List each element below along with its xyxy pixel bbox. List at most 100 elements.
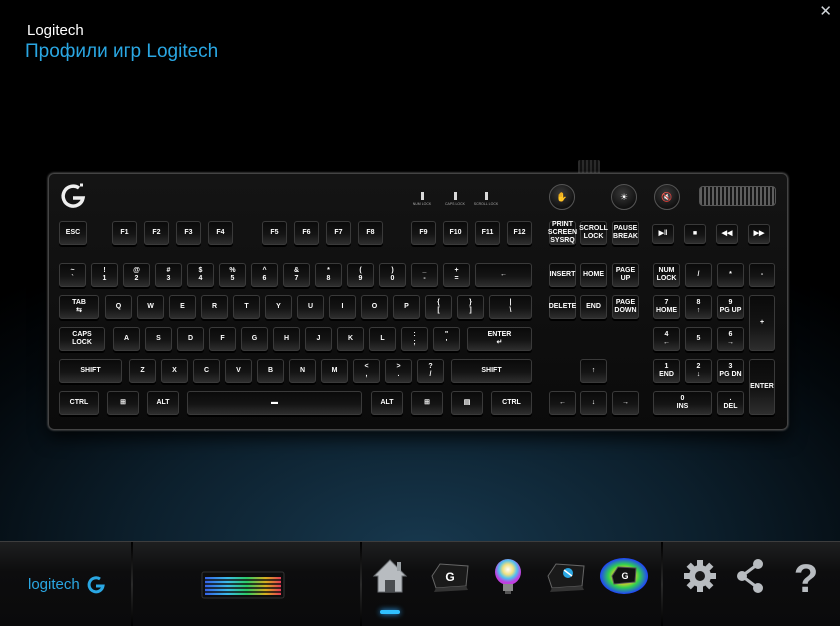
key-comma[interactable]: < , <box>353 359 380 383</box>
key-o[interactable]: O <box>361 295 388 319</box>
mute-icon[interactable]: 🔇 <box>654 184 680 210</box>
key-page-up[interactable]: PAGE UP <box>612 263 639 287</box>
key-equals[interactable]: + = <box>443 263 470 287</box>
key-b[interactable]: B <box>257 359 284 383</box>
key-digit-5[interactable]: % 5 <box>219 263 246 287</box>
key-shift-left[interactable]: SHIFT <box>59 359 122 383</box>
key-num-3[interactable]: 3 PG DN <box>717 359 744 383</box>
key-digit-3[interactable]: # 3 <box>155 263 182 287</box>
heatmap-icon[interactable]: G <box>598 554 650 614</box>
key-digit-6[interactable]: ^ 6 <box>251 263 278 287</box>
key-num-9[interactable]: 9 PG UP <box>717 295 744 319</box>
key-f1[interactable]: F1 <box>112 221 137 245</box>
key-num-2[interactable]: 2 ↓ <box>685 359 712 383</box>
key-f2[interactable]: F2 <box>144 221 169 245</box>
key-f[interactable]: F <box>209 327 236 351</box>
key-e[interactable]: E <box>169 295 196 319</box>
key-alt-left[interactable]: ALT <box>147 391 179 415</box>
key-menu[interactable]: ▤ <box>451 391 483 415</box>
key-space[interactable]: ▬ <box>187 391 362 415</box>
key-r[interactable]: R <box>201 295 228 319</box>
key-j[interactable]: J <box>305 327 332 351</box>
key-p[interactable]: P <box>393 295 420 319</box>
brightness-icon[interactable]: ☀ <box>611 184 637 210</box>
key-v[interactable]: V <box>225 359 252 383</box>
share-icon[interactable] <box>730 554 770 614</box>
key-digit-8[interactable]: * 8 <box>315 263 342 287</box>
key-num-4[interactable]: 4 ← <box>653 327 680 351</box>
key-num-7[interactable]: 7 HOME <box>653 295 680 319</box>
key-bracket-left[interactable]: { [ <box>425 295 452 319</box>
close-icon[interactable]: ✕ <box>819 2 832 20</box>
key-media-stop[interactable]: ■ <box>684 224 706 244</box>
key-arrow-up[interactable]: ↑ <box>580 359 607 383</box>
key-d[interactable]: D <box>177 327 204 351</box>
key-c[interactable]: C <box>193 359 220 383</box>
key-win-left[interactable]: ⊞ <box>107 391 139 415</box>
key-num-8[interactable]: 8 ↑ <box>685 295 712 319</box>
key-scroll-lock[interactable]: SCROLL LOCK <box>579 221 608 245</box>
key-num-0[interactable]: 0 INS <box>653 391 712 415</box>
key-num-lock[interactable]: NUM LOCK <box>653 263 680 287</box>
key-digit-2[interactable]: @ 2 <box>123 263 150 287</box>
lighting-bulb-icon[interactable] <box>482 554 534 614</box>
key-num-6[interactable]: 6 → <box>717 327 744 351</box>
key-n[interactable]: N <box>289 359 316 383</box>
key-y[interactable]: Y <box>265 295 292 319</box>
key-num-minus[interactable]: - <box>749 263 775 287</box>
key-tab[interactable]: TAB ⇆ <box>59 295 99 319</box>
key-backslash[interactable]: | \ <box>489 295 532 319</box>
key-num-enter[interactable]: ENTER <box>749 359 775 415</box>
key-caps-lock[interactable]: CAPS LOCK <box>59 327 105 351</box>
g-key-icon[interactable]: G <box>424 554 476 614</box>
key-u[interactable]: U <box>297 295 324 319</box>
key-digit-0[interactable]: ) 0 <box>379 263 406 287</box>
key-f8[interactable]: F8 <box>358 221 383 245</box>
key-arrow-down[interactable]: ↓ <box>580 391 607 415</box>
key-media-next[interactable]: ▶▶ <box>748 224 770 244</box>
key-q[interactable]: Q <box>105 295 132 319</box>
key-digit-7[interactable]: & 7 <box>283 263 310 287</box>
key-num-multiply[interactable]: * <box>717 263 744 287</box>
key-digit-4[interactable]: $ 4 <box>187 263 214 287</box>
key-enter[interactable]: ENTER ↵ <box>467 327 532 351</box>
key-h[interactable]: H <box>273 327 300 351</box>
key-k[interactable]: K <box>337 327 364 351</box>
key-num-plus[interactable]: + <box>749 295 775 351</box>
key-slash[interactable]: ? / <box>417 359 444 383</box>
key-insert[interactable]: INSERT <box>549 263 576 287</box>
key-shift-right[interactable]: SHIFT <box>451 359 532 383</box>
key-alt-right[interactable]: ALT <box>371 391 403 415</box>
key-m[interactable]: M <box>321 359 348 383</box>
key-ctrl-right[interactable]: CTRL <box>491 391 532 415</box>
key-f5[interactable]: F5 <box>262 221 287 245</box>
key-a[interactable]: A <box>113 327 140 351</box>
device-thumbnail[interactable] <box>201 569 285 600</box>
key-w[interactable]: W <box>137 295 164 319</box>
gear-icon[interactable] <box>676 554 724 614</box>
key-print-screen[interactable]: PRINT SCREEN SYSRQ <box>548 221 577 245</box>
key-digit-1[interactable]: ! 1 <box>91 263 118 287</box>
key-backtick[interactable]: ~ ` <box>59 263 86 287</box>
key-digit-9[interactable]: ( 9 <box>347 263 374 287</box>
key-pause-break[interactable]: PAUSE BREAK <box>612 221 639 245</box>
key-f12[interactable]: F12 <box>507 221 532 245</box>
key-x[interactable]: X <box>161 359 188 383</box>
key-page-down[interactable]: PAGE DOWN <box>612 295 639 319</box>
backlight-icon[interactable]: ✋ <box>549 184 575 210</box>
key-t[interactable]: T <box>233 295 260 319</box>
key-f4[interactable]: F4 <box>208 221 233 245</box>
key-arrow-left[interactable]: ← <box>549 391 576 415</box>
key-period[interactable]: > . <box>385 359 412 383</box>
key-s[interactable]: S <box>145 327 172 351</box>
key-media-prev[interactable]: ◀◀ <box>716 224 738 244</box>
key-l[interactable]: L <box>369 327 396 351</box>
key-home[interactable]: HOME <box>580 263 607 287</box>
key-ctrl-left[interactable]: CTRL <box>59 391 99 415</box>
key-num-1[interactable]: 1 END <box>653 359 680 383</box>
key-backspace[interactable]: ← <box>475 263 532 287</box>
key-f3[interactable]: F3 <box>176 221 201 245</box>
key-z[interactable]: Z <box>129 359 156 383</box>
key-num-decimal[interactable]: . DEL <box>717 391 744 415</box>
key-f10[interactable]: F10 <box>443 221 468 245</box>
